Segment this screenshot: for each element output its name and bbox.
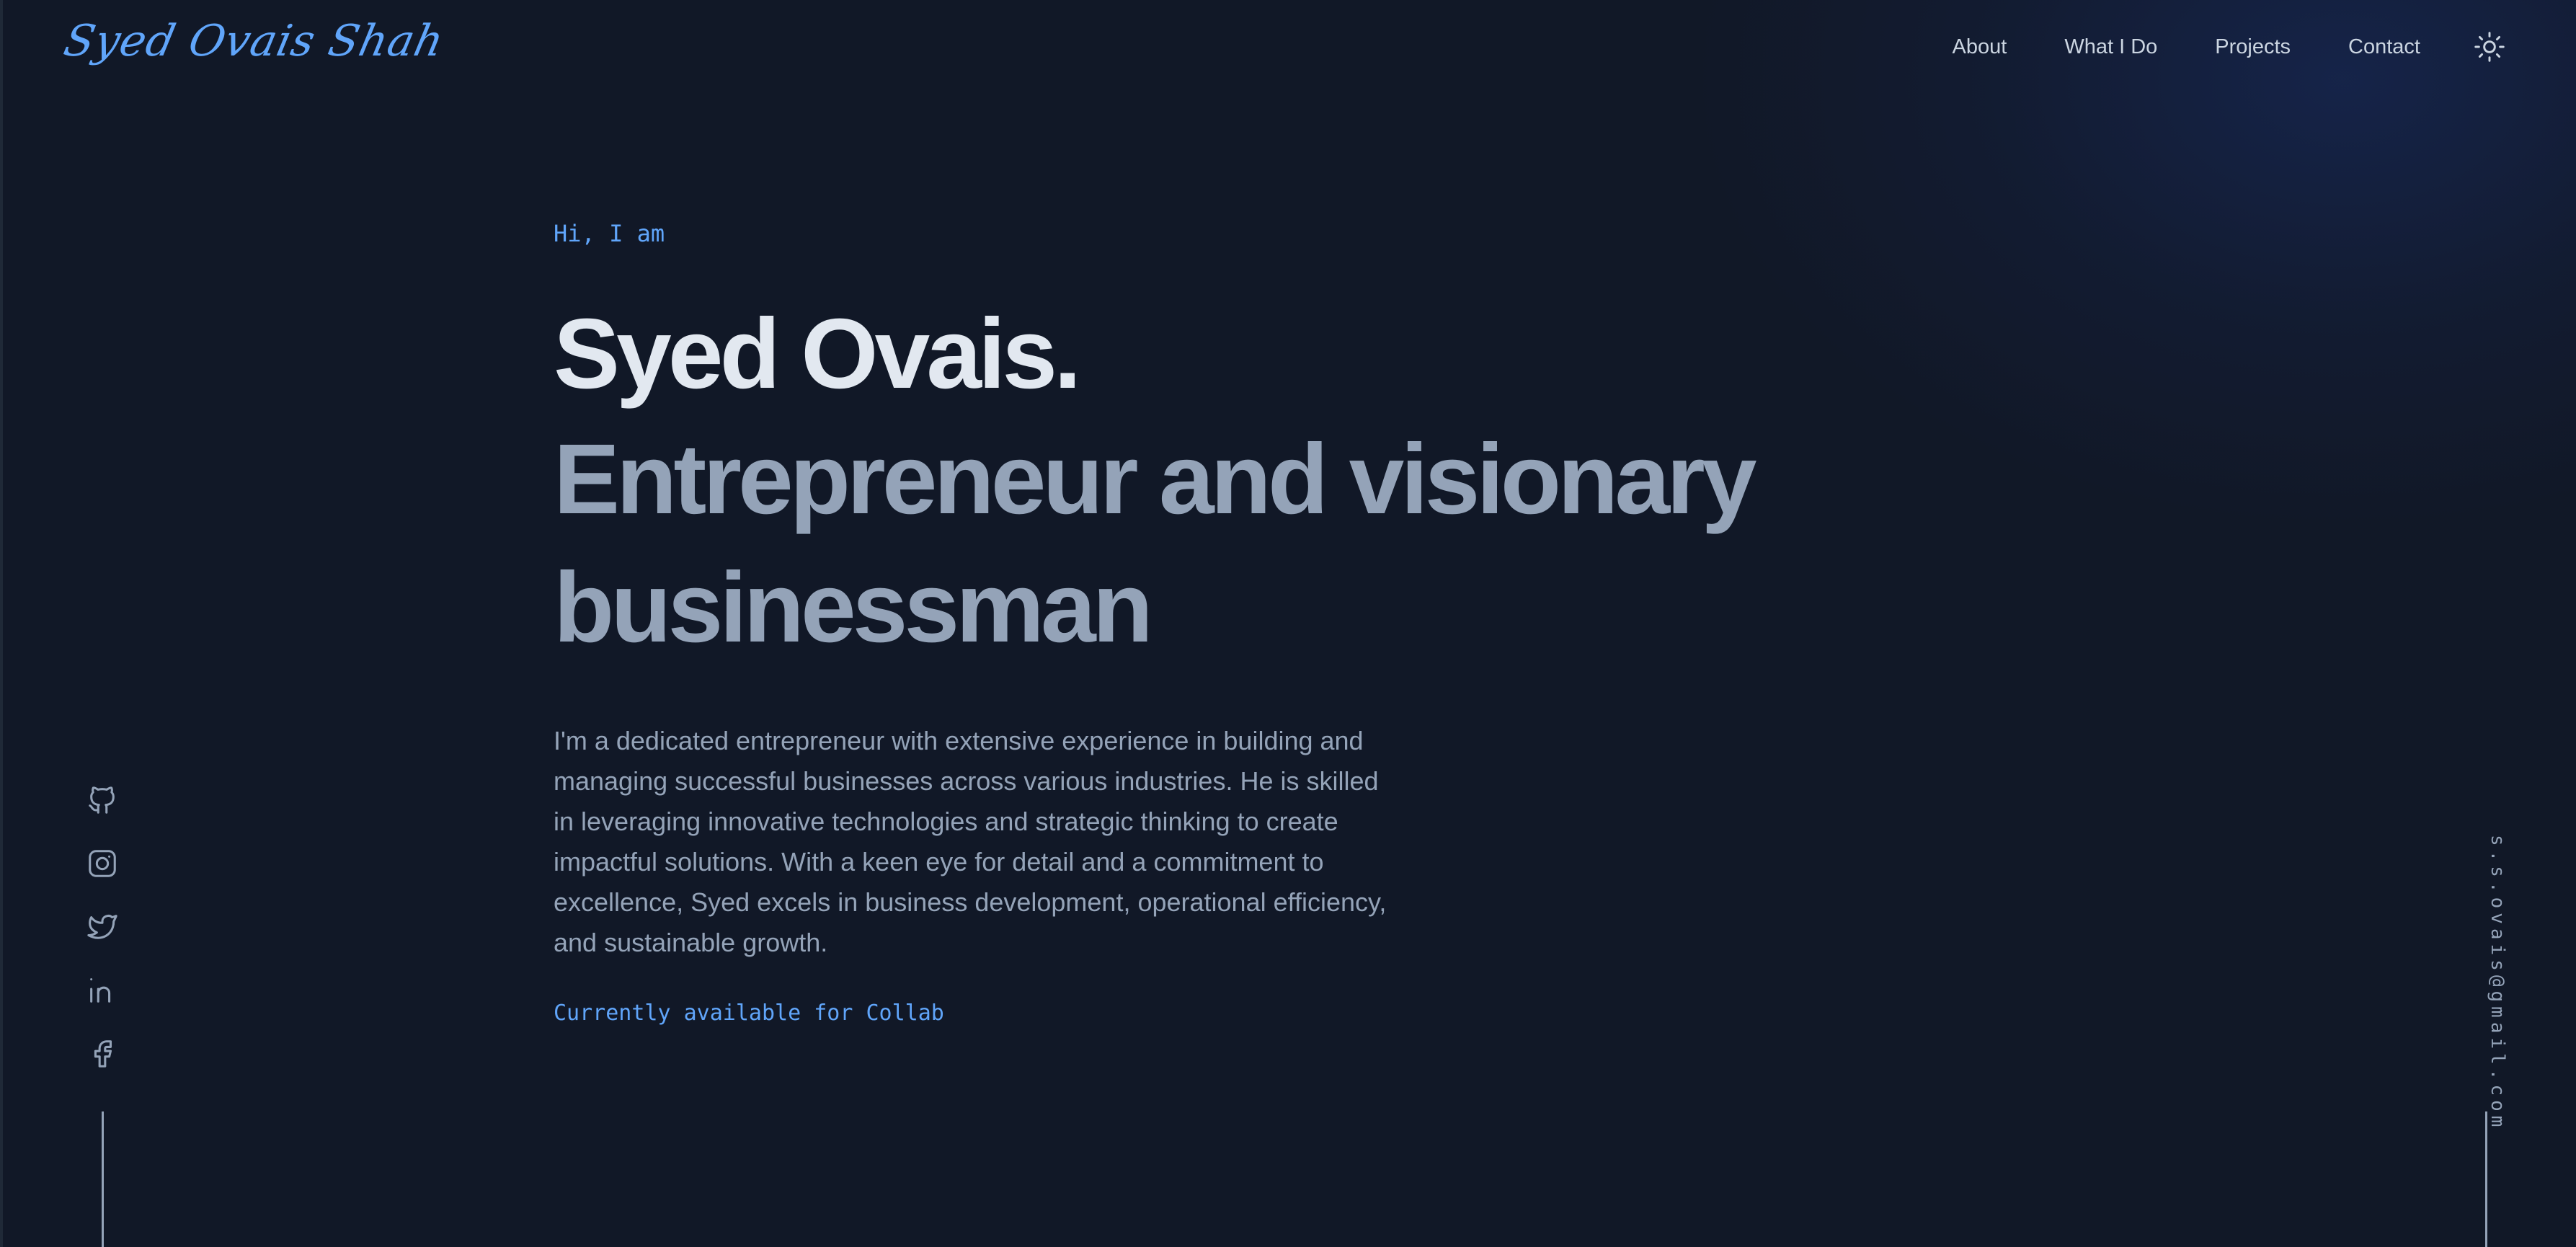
nav-link-what-i-do[interactable]: What I Do (2064, 35, 2157, 59)
nav-link-about[interactable]: About (1953, 35, 2007, 59)
hero-title-line-1: Entrepreneur and visionary (554, 424, 1757, 535)
sun-icon (2474, 32, 2505, 62)
left-vertical-divider (102, 1111, 104, 1247)
social-links (81, 778, 124, 1096)
right-vertical-divider (2485, 1111, 2487, 1247)
github-icon (89, 786, 115, 814)
facebook-link[interactable] (81, 1032, 124, 1075)
linkedin-icon (90, 978, 111, 1003)
availability-status: Currently available for Collab (554, 1000, 944, 1026)
theme-toggle-button[interactable] (2472, 30, 2507, 64)
nav-link-projects[interactable]: Projects (2215, 35, 2291, 59)
nav-link-contact[interactable]: Contact (2348, 35, 2420, 59)
hero-bio: I'm a dedicated entrepreneur with extens… (554, 726, 1387, 957)
email-link[interactable]: s.s.ovais@gmail.com (2487, 835, 2508, 1131)
window-edge (0, 0, 3, 1247)
instagram-icon (89, 850, 116, 877)
twitter-link[interactable] (81, 905, 124, 949)
top-navigation: About What I Do Projects Contact (1953, 27, 2507, 66)
page: Syed Ovais Shah About What I Do Projects… (0, 0, 2576, 1247)
hero-title-line-2: businessman (554, 552, 1153, 663)
github-link[interactable] (81, 778, 124, 822)
twitter-icon (87, 914, 117, 939)
linkedin-link[interactable] (81, 969, 124, 1012)
site-logo[interactable]: Syed Ovais Shah (60, 16, 449, 66)
hero-greeting: Hi, I am (554, 220, 665, 247)
facebook-icon (94, 1040, 112, 1068)
instagram-link[interactable] (81, 842, 124, 885)
hero-section: Hi, I am Syed Ovais. Entrepreneur and vi… (554, 216, 1851, 1026)
hero-name: Syed Ovais. (554, 298, 1081, 409)
